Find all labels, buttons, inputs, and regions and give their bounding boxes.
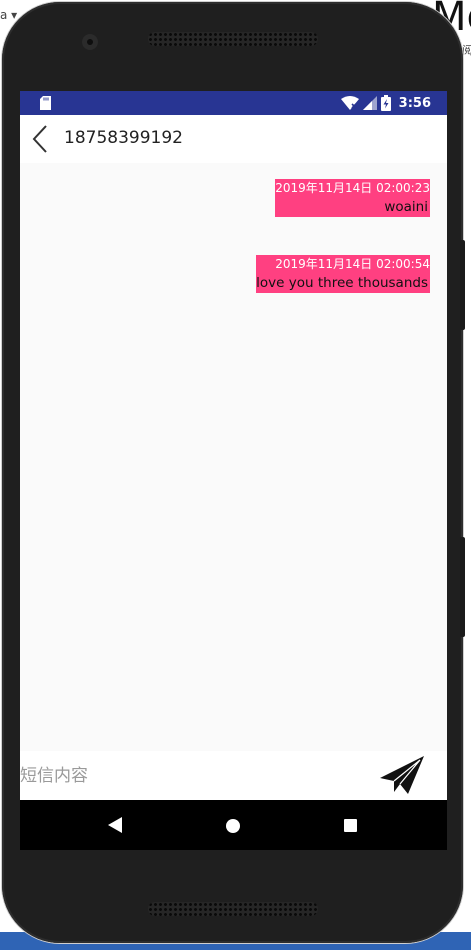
background-window-text: a ▾: [0, 8, 18, 22]
back-triangle-icon[interactable]: [108, 817, 122, 833]
message-list: 2019年11月14日 02:00:23 woaini 2019年11月14日 …: [20, 163, 447, 751]
chevron-left-icon[interactable]: [30, 124, 54, 154]
sms-content-input[interactable]: [20, 751, 360, 800]
system-navigation-bar: [20, 800, 447, 850]
front-camera: [82, 34, 98, 50]
paper-plane-icon[interactable]: [378, 754, 428, 798]
background-window-small-text: 阅: [462, 44, 471, 57]
status-bar: 3:56: [20, 91, 447, 115]
conversation-toolbar: 18758399192: [20, 115, 447, 163]
phone-screen: 3:56 18758399192 2019年11月14日 02:00:23 wo…: [20, 91, 447, 850]
sd-card-icon: [40, 96, 51, 110]
signal-icon: [362, 96, 377, 110]
power-button: [460, 240, 465, 330]
home-circle-icon[interactable]: [226, 819, 240, 833]
battery-charging-icon: [380, 95, 391, 111]
message-timestamp: 2019年11月14日 02:00:54: [275, 257, 430, 271]
status-time: 3:56: [398, 95, 431, 111]
bottom-speaker: [148, 902, 318, 916]
wifi-icon: [340, 96, 359, 110]
message-timestamp: 2019年11月14日 02:00:23: [275, 181, 430, 195]
message-bubble[interactable]: 2019年11月14日 02:00:54 love you three thou…: [256, 255, 430, 293]
top-speaker: [148, 32, 318, 46]
phone-frame: 3:56 18758399192 2019年11月14日 02:00:23 wo…: [2, 2, 465, 943]
status-icons: 3:56: [340, 91, 431, 115]
compose-bar: [20, 751, 447, 800]
message-text: love you three thousands: [256, 275, 428, 291]
contact-number-title: 18758399192: [64, 128, 183, 148]
volume-button: [460, 537, 465, 637]
message-text: woaini: [384, 199, 428, 215]
message-bubble[interactable]: 2019年11月14日 02:00:23 woaini: [275, 179, 430, 217]
recents-square-icon[interactable]: [344, 819, 357, 832]
